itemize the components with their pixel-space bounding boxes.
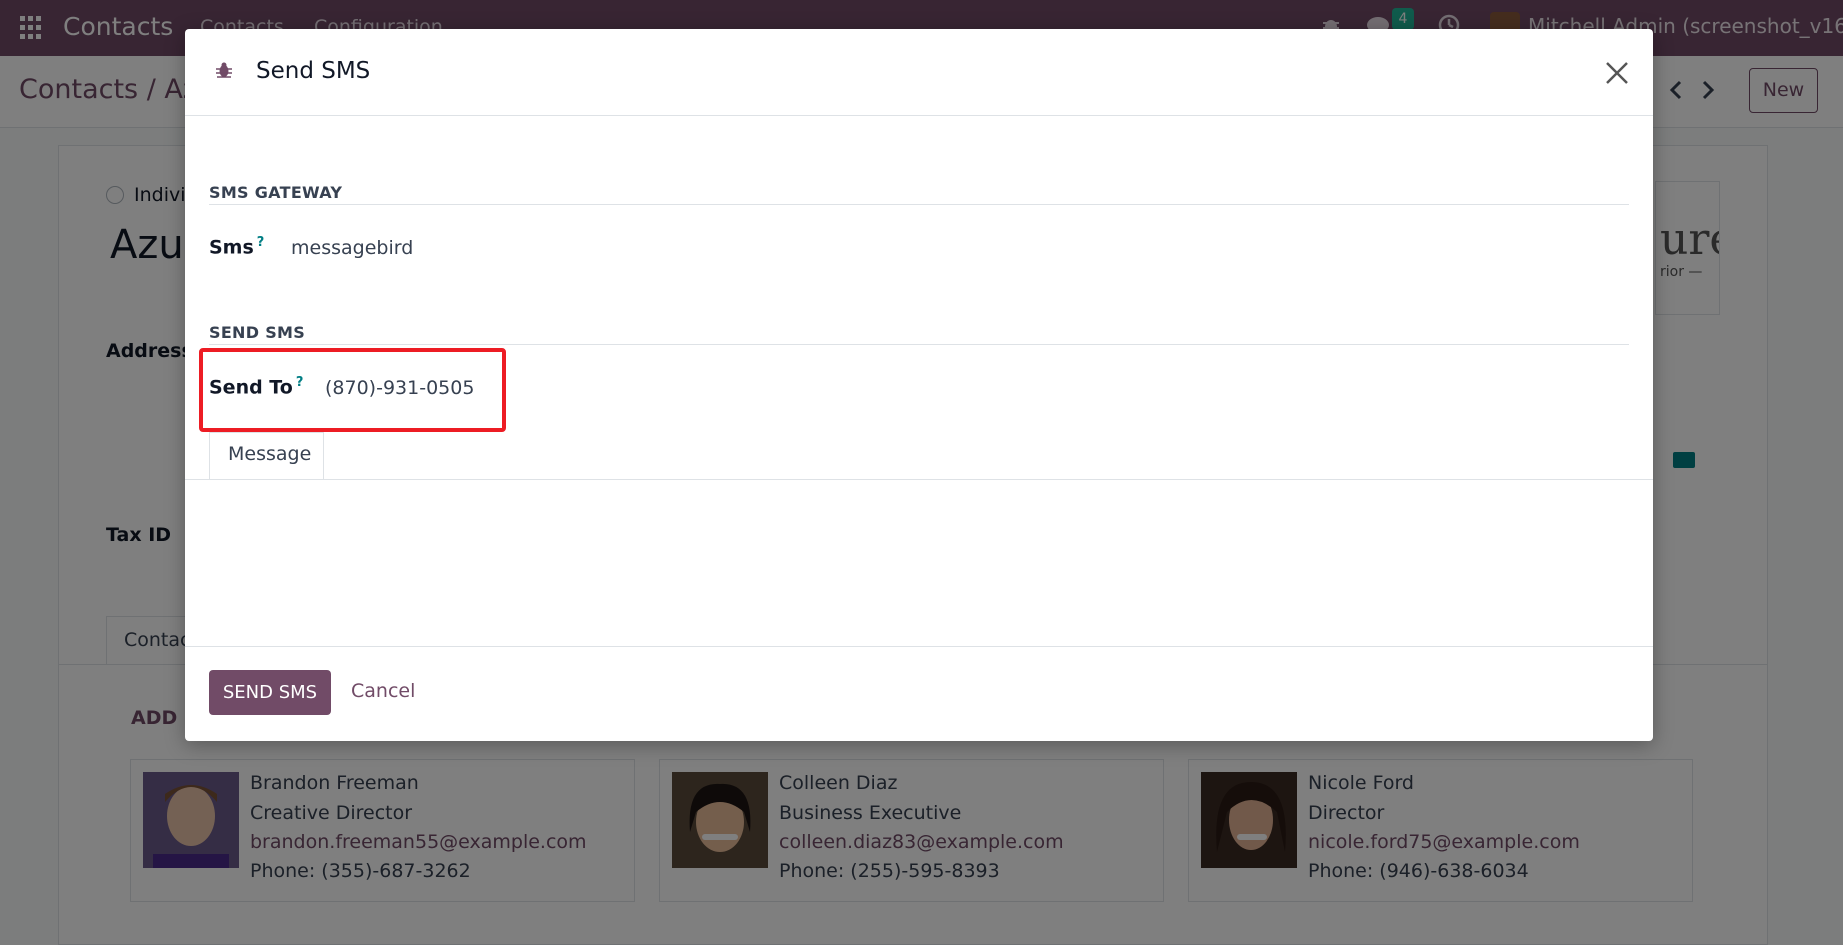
- section-divider: [209, 204, 1629, 205]
- sms-gateway-section-title: SMS GATEWAY: [209, 183, 343, 202]
- sms-gateway-field[interactable]: messagebird: [291, 237, 413, 259]
- close-icon[interactable]: [1603, 59, 1631, 87]
- tab-divider: [185, 479, 1653, 480]
- sms-label-text: Sms: [209, 236, 254, 259]
- dialog-footer: SEND SMS Cancel: [185, 646, 1653, 741]
- send-sms-button[interactable]: SEND SMS: [209, 670, 331, 715]
- highlight-box: [199, 348, 506, 432]
- dialog-header: Send SMS: [185, 29, 1653, 116]
- help-tooltip-icon[interactable]: ?: [257, 235, 265, 250]
- section-divider: [209, 344, 1629, 345]
- bug-icon: [216, 62, 232, 78]
- dialog-title: Send SMS: [256, 58, 371, 84]
- send-sms-section-title: SEND SMS: [209, 323, 306, 342]
- tab-message-label: Message: [228, 443, 312, 465]
- sms-field-label: Sms?: [209, 235, 264, 258]
- cancel-button[interactable]: Cancel: [351, 680, 415, 702]
